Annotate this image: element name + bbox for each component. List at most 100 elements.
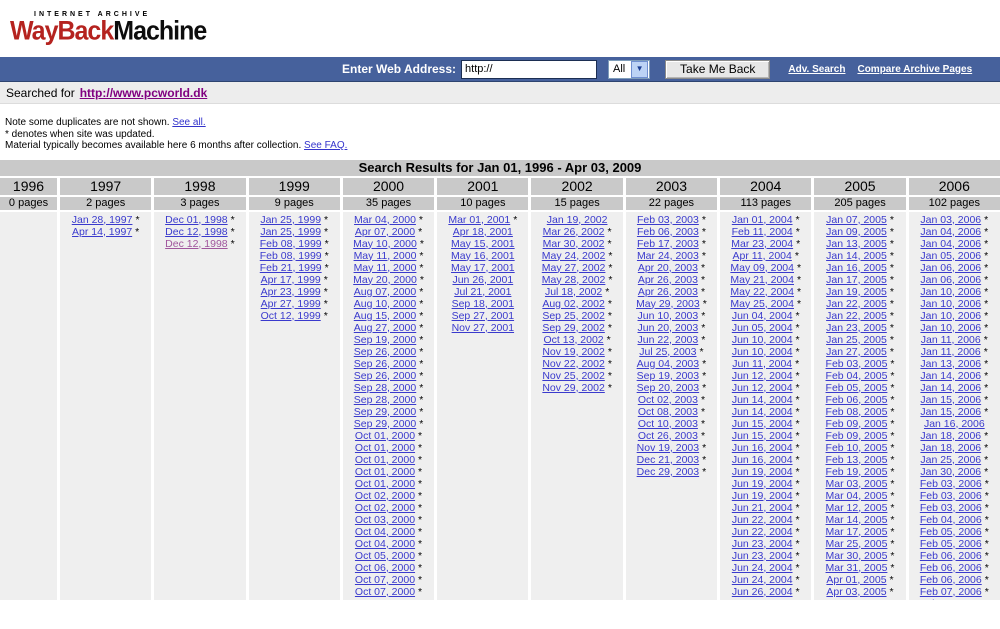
snapshot-date-link[interactable]: Aug 10, 2000: [354, 298, 416, 310]
snapshot-date-link[interactable]: Mar 25, 2005: [826, 538, 888, 550]
snapshot-date-link[interactable]: Jan 23, 2005: [826, 322, 887, 334]
snapshot-date-link[interactable]: Jan 14, 2006: [920, 370, 981, 382]
snapshot-date-link[interactable]: Jun 11, 2004: [732, 358, 792, 370]
snapshot-date-link[interactable]: Sep 27, 2001: [452, 310, 514, 322]
snapshot-date-link[interactable]: Feb 08, 1999: [260, 250, 322, 262]
snapshot-date-link[interactable]: Oct 10, 2003: [638, 418, 698, 430]
snapshot-date-link[interactable]: Aug 04, 2003: [637, 358, 699, 370]
snapshot-date-link[interactable]: Jan 07, 2005: [826, 214, 887, 226]
snapshot-date-link[interactable]: Jan 18, 2006: [920, 442, 981, 454]
snapshot-date-link[interactable]: May 11, 2000: [354, 250, 417, 262]
snapshot-date-link[interactable]: May 25, 2004: [730, 298, 794, 310]
snapshot-date-link[interactable]: Oct 01, 2000: [355, 466, 415, 478]
snapshot-date-link[interactable]: Jan 03, 2006: [920, 214, 981, 226]
snapshot-date-link[interactable]: Jun 23, 2004: [732, 538, 793, 550]
snapshot-date-link[interactable]: Nov 27, 2001: [452, 322, 514, 334]
snapshot-date-link[interactable]: Apr 20, 2003: [638, 262, 698, 274]
snapshot-date-link[interactable]: Jul 21, 2001: [454, 286, 511, 298]
snapshot-date-link[interactable]: May 15, 2001: [451, 238, 515, 250]
snapshot-date-link[interactable]: Jan 10, 2006: [920, 322, 981, 334]
snapshot-date-link[interactable]: Feb 19, 2005: [826, 466, 888, 478]
snapshot-date-link[interactable]: Feb 06, 2005: [826, 394, 888, 406]
see-all-link[interactable]: See all.: [172, 117, 205, 128]
snapshot-date-link[interactable]: Dec 12, 1998: [165, 238, 227, 250]
snapshot-date-link[interactable]: Sep 26, 2000: [354, 358, 416, 370]
snapshot-date-link[interactable]: Jan 04, 2006: [920, 238, 981, 250]
snapshot-date-link[interactable]: Jan 15, 2006: [920, 406, 981, 418]
snapshot-date-link[interactable]: Aug 15, 2000: [354, 310, 416, 322]
snapshot-date-link[interactable]: May 27, 2002: [542, 262, 606, 274]
snapshot-date-link[interactable]: Jan 13, 2005: [826, 238, 887, 250]
snapshot-date-link[interactable]: Jun 14, 2004: [732, 406, 793, 418]
snapshot-date-link[interactable]: Mar 30, 2002: [543, 238, 605, 250]
snapshot-date-link[interactable]: Jun 10, 2004: [732, 334, 793, 346]
snapshot-date-link[interactable]: Mar 12, 2005: [826, 502, 888, 514]
snapshot-date-link[interactable]: Oct 04, 2000: [355, 538, 415, 550]
snapshot-date-link[interactable]: Apr 23, 1999: [261, 286, 321, 298]
snapshot-date-link[interactable]: Mar 14, 2005: [826, 514, 888, 526]
snapshot-date-link[interactable]: Sep 29, 2000: [354, 418, 416, 430]
snapshot-date-link[interactable]: Aug 27, 2000: [354, 322, 416, 334]
snapshot-date-link[interactable]: May 21, 2004: [730, 274, 794, 286]
snapshot-date-link[interactable]: Feb 09, 2005: [826, 430, 888, 442]
snapshot-date-link[interactable]: Jun 22, 2004: [732, 514, 793, 526]
snapshot-date-link[interactable]: Nov 19, 2003: [637, 442, 699, 454]
snapshot-date-link[interactable]: Feb 07, 2006: [920, 598, 982, 600]
snapshot-date-link[interactable]: Dec 01, 1998: [165, 214, 227, 226]
snapshot-date-link[interactable]: Nov 29, 2002: [542, 382, 604, 394]
snapshot-date-link[interactable]: Jun 15, 2004: [732, 418, 793, 430]
snapshot-date-link[interactable]: Apr 14, 1997: [72, 226, 132, 238]
snapshot-date-link[interactable]: Feb 03, 2006: [920, 490, 982, 502]
snapshot-date-link[interactable]: Oct 06, 2000: [355, 562, 415, 574]
snapshot-date-link[interactable]: Feb 13, 2005: [826, 454, 888, 466]
snapshot-date-link[interactable]: Jan 01, 2004: [732, 214, 793, 226]
snapshot-date-link[interactable]: Apr 26, 2003: [638, 286, 698, 298]
snapshot-date-link[interactable]: Jan 25, 2006: [920, 454, 981, 466]
snapshot-date-link[interactable]: May 09, 2004: [730, 262, 794, 274]
snapshot-date-link[interactable]: Jan 14, 2006: [920, 382, 981, 394]
snapshot-date-link[interactable]: Jan 19, 2002: [547, 214, 608, 226]
snapshot-date-link[interactable]: Feb 06, 2006: [920, 562, 982, 574]
snapshot-date-link[interactable]: Sep 25, 2002: [542, 310, 604, 322]
snapshot-date-link[interactable]: Feb 11, 2004: [732, 226, 793, 238]
snapshot-date-link[interactable]: Feb 06, 2006: [920, 574, 982, 586]
snapshot-date-link[interactable]: Apr 06, 2005: [826, 598, 886, 600]
snapshot-date-link[interactable]: Feb 03, 2006: [920, 502, 982, 514]
snapshot-date-link[interactable]: Apr 17, 1999: [261, 274, 321, 286]
snapshot-date-link[interactable]: Oct 07, 2000: [355, 574, 415, 586]
snapshot-date-link[interactable]: Feb 21, 1999: [260, 262, 322, 274]
snapshot-date-link[interactable]: Mar 26, 2002: [543, 226, 605, 238]
snapshot-date-link[interactable]: Jun 29, 2004: [732, 598, 793, 600]
snapshot-date-link[interactable]: Oct 01, 2000: [355, 430, 415, 442]
snapshot-date-link[interactable]: Jun 22, 2003: [638, 334, 699, 346]
snapshot-date-link[interactable]: Oct 02, 2000: [355, 490, 415, 502]
snapshot-date-link[interactable]: Feb 09, 2005: [826, 418, 888, 430]
snapshot-date-link[interactable]: Jun 24, 2004: [732, 574, 793, 586]
snapshot-date-link[interactable]: Jan 25, 2005: [826, 334, 887, 346]
snapshot-date-link[interactable]: Apr 03, 2005: [826, 586, 886, 598]
snapshot-date-link[interactable]: Mar 17, 2005: [826, 526, 888, 538]
snapshot-date-link[interactable]: Apr 11, 2004: [733, 250, 792, 262]
snapshot-date-link[interactable]: Apr 27, 1999: [261, 298, 321, 310]
snapshot-date-link[interactable]: Jan 19, 2005: [826, 286, 887, 298]
snapshot-date-link[interactable]: Jan 04, 2006: [920, 226, 981, 238]
snapshot-date-link[interactable]: Apr 01, 2005: [826, 574, 886, 586]
snapshot-date-link[interactable]: Jan 18, 2006: [920, 430, 981, 442]
snapshot-date-link[interactable]: Feb 05, 2006: [920, 538, 982, 550]
snapshot-date-link[interactable]: Feb 17, 2003: [637, 238, 699, 250]
snapshot-date-link[interactable]: Dec 21, 2003: [637, 454, 699, 466]
snapshot-date-link[interactable]: Feb 05, 2005: [826, 382, 888, 394]
snapshot-date-link[interactable]: Sep 29, 2002: [542, 322, 604, 334]
snapshot-date-link[interactable]: Dec 29, 2003: [637, 466, 699, 478]
snapshot-date-link[interactable]: Feb 03, 2006: [920, 478, 982, 490]
snapshot-date-link[interactable]: May 11, 2000: [354, 262, 417, 274]
snapshot-date-link[interactable]: Jan 27, 2005: [826, 346, 887, 358]
snapshot-date-link[interactable]: Feb 03, 2003: [637, 214, 699, 226]
snapshot-date-link[interactable]: Mar 30, 2005: [826, 550, 888, 562]
snapshot-date-link[interactable]: Mar 31, 2005: [826, 562, 888, 574]
snapshot-date-link[interactable]: Oct 26, 2003: [638, 430, 698, 442]
snapshot-date-link[interactable]: Jun 10, 2003: [638, 310, 699, 322]
snapshot-date-link[interactable]: Jan 28, 1997: [72, 214, 133, 226]
snapshot-date-link[interactable]: Jan 15, 2006: [920, 394, 981, 406]
snapshot-date-link[interactable]: Oct 05, 2000: [355, 550, 415, 562]
